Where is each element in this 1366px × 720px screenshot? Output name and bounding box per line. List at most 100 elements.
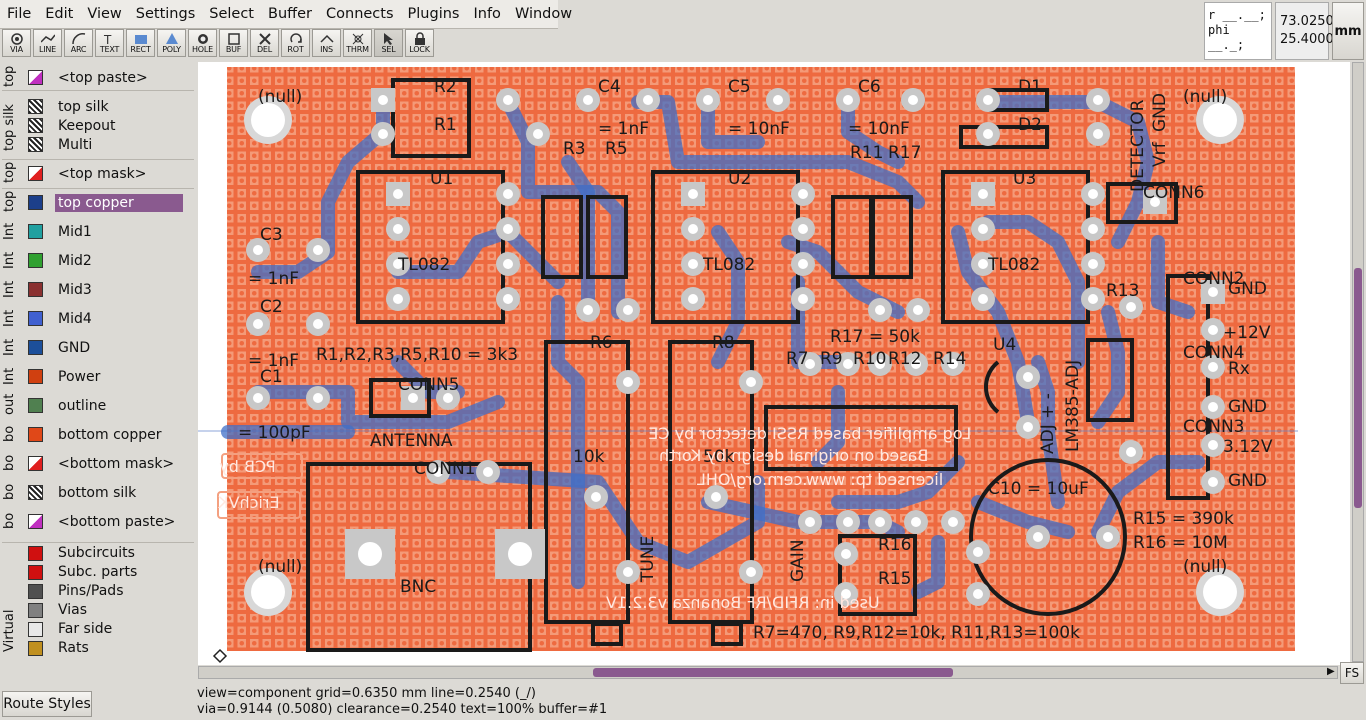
layer-color-swatch[interactable]: [28, 641, 43, 656]
layer-label[interactable]: top copper: [55, 194, 183, 212]
layer-row-bottom-mask[interactable]: bo <bottom mask>: [0, 453, 196, 475]
layer-label[interactable]: Mid4: [55, 310, 95, 328]
layer-label[interactable]: Far side: [55, 620, 115, 638]
layer-row-mid4[interactable]: Int Mid4: [0, 308, 196, 330]
layer-row-top-mask[interactable]: top <top mask>: [0, 162, 196, 185]
layer-group-tab[interactable]: top: [2, 66, 20, 87]
menu-connects[interactable]: Connects: [319, 0, 401, 28]
menu-settings[interactable]: Settings: [129, 0, 202, 28]
menu-file[interactable]: File: [0, 0, 38, 28]
layer-color-swatch[interactable]: [28, 584, 43, 599]
vertical-scroll-thumb[interactable]: [1354, 268, 1362, 508]
layer-group-tab[interactable]: bo: [2, 424, 20, 444]
layer-color-swatch[interactable]: [28, 514, 43, 529]
layer-color-swatch[interactable]: [28, 622, 43, 637]
layer-color-swatch[interactable]: [28, 485, 43, 500]
layer-row-bottom-copper[interactable]: bo bottom copper: [0, 424, 196, 446]
virtual-layer-pins-pads[interactable]: Pins/Pads: [0, 582, 196, 601]
layer-row-gnd[interactable]: Int GND: [0, 337, 196, 359]
menu-select[interactable]: Select: [202, 0, 261, 28]
scroll-right-arrow[interactable]: ▶: [1327, 666, 1335, 677]
tool-rect-button[interactable]: RECT: [126, 29, 155, 57]
virtual-layer-subcircuits[interactable]: Subcircuits: [0, 544, 196, 563]
layer-color-swatch[interactable]: [28, 166, 43, 181]
menu-buffer[interactable]: Buffer: [261, 0, 319, 28]
layer-row-bottom-silk[interactable]: bo bottom silk: [0, 482, 196, 504]
layer-group-tab[interactable]: bo: [2, 482, 20, 502]
layer-group-tab[interactable]: Int: [2, 366, 20, 386]
tool-buf-button[interactable]: BUF: [219, 29, 248, 57]
menu-view[interactable]: View: [80, 0, 128, 28]
tool-lock-button[interactable]: LOCK: [405, 29, 434, 57]
layer-group-tab[interactable]: Int: [2, 308, 20, 328]
unit-toggle-button[interactable]: mm: [1332, 2, 1364, 60]
layer-row-bottom-paste[interactable]: bo <bottom paste>: [0, 511, 196, 533]
layer-label[interactable]: top silk: [55, 98, 112, 116]
layer-color-swatch[interactable]: [28, 99, 43, 114]
virtual-layer-vias[interactable]: Vias: [0, 601, 196, 620]
layer-row-mid2[interactable]: Int Mid2: [0, 250, 196, 272]
layer-label[interactable]: Mid3: [55, 281, 95, 299]
layer-color-swatch[interactable]: [28, 282, 43, 297]
layer-label[interactable]: Multi: [55, 136, 95, 154]
layer-group-tab[interactable]: Int: [2, 250, 20, 270]
layer-label[interactable]: Subc. parts: [55, 563, 140, 581]
layer-label[interactable]: Rats: [55, 639, 92, 657]
layer-group-tab[interactable]: bo: [2, 511, 20, 531]
layer-color-swatch[interactable]: [28, 456, 43, 471]
layer-group-tab[interactable]: Int: [2, 279, 20, 299]
tool-del-button[interactable]: DEL: [250, 29, 279, 57]
layer-label[interactable]: <top paste>: [55, 69, 151, 87]
layer-label[interactable]: bottom silk: [55, 484, 139, 502]
menu-info[interactable]: Info: [466, 0, 507, 28]
layer-row-multi[interactable]: Multi: [0, 134, 196, 156]
layer-group-tab[interactable]: top: [2, 162, 20, 183]
layer-group-tab[interactable]: Int: [2, 337, 20, 357]
layer-color-swatch[interactable]: [28, 398, 43, 413]
pcb-canvas[interactable]: (null) (null) (null) (null) R2 R1 C4 = 1nF C5 = 1…: [198, 62, 1350, 665]
layer-row-mid1[interactable]: Int Mid1: [0, 221, 196, 243]
tool-thrm-button[interactable]: THRM: [343, 29, 372, 57]
layer-label[interactable]: bottom copper: [55, 426, 165, 444]
layer-label[interactable]: Mid2: [55, 252, 95, 270]
tool-ins-button[interactable]: INS: [312, 29, 341, 57]
layer-label[interactable]: Subcircuits: [55, 544, 138, 562]
tool-line-button[interactable]: LINE: [33, 29, 62, 57]
layer-label[interactable]: Pins/Pads: [55, 582, 126, 600]
layer-color-swatch[interactable]: [28, 70, 43, 85]
virtual-layer-far-side[interactable]: Far side: [0, 620, 196, 639]
layer-label[interactable]: GND: [55, 339, 93, 357]
layer-row-top-copper[interactable]: top top copper: [0, 191, 196, 214]
layer-group-tab[interactable]: bo: [2, 453, 20, 473]
vertical-scrollbar[interactable]: [1352, 62, 1364, 662]
tool-poly-button[interactable]: POLY: [157, 29, 186, 57]
layer-row-top-paste[interactable]: top <top paste>: [0, 66, 196, 89]
layer-color-swatch[interactable]: [28, 311, 43, 326]
fullscreen-button[interactable]: FS: [1340, 662, 1364, 684]
layer-color-swatch[interactable]: [28, 224, 43, 239]
layer-label[interactable]: Mid1: [55, 223, 95, 241]
layer-color-swatch[interactable]: [28, 427, 43, 442]
horizontal-scroll-thumb[interactable]: [593, 668, 953, 677]
layer-group-tab[interactable]: out: [2, 394, 20, 415]
layer-color-swatch[interactable]: [28, 118, 43, 133]
tool-via-button[interactable]: VIA: [2, 29, 31, 57]
layer-row-outline[interactable]: out outline: [0, 394, 196, 417]
virtual-layer-subc--parts[interactable]: Subc. parts: [0, 563, 196, 582]
route-styles-button[interactable]: Route Styles: [2, 691, 92, 717]
tool-arc-button[interactable]: ARC: [64, 29, 93, 57]
layer-color-swatch[interactable]: [28, 546, 43, 561]
layer-color-swatch[interactable]: [28, 369, 43, 384]
menu-edit[interactable]: Edit: [38, 0, 80, 28]
menu-plugins[interactable]: Plugins: [401, 0, 467, 28]
menu-window[interactable]: Window: [508, 0, 579, 28]
layer-row-mid3[interactable]: Int Mid3: [0, 279, 196, 301]
layer-color-swatch[interactable]: [28, 253, 43, 268]
tool-hole-button[interactable]: HOLE: [188, 29, 217, 57]
tool-text-button[interactable]: T TEXT: [95, 29, 124, 57]
layer-row-power[interactable]: Int Power: [0, 366, 196, 388]
tool-sel-button[interactable]: SEL: [374, 29, 403, 57]
virtual-layer-rats[interactable]: Rats: [0, 639, 196, 658]
layer-label[interactable]: <bottom paste>: [55, 513, 178, 531]
layer-label[interactable]: <bottom mask>: [55, 455, 177, 473]
